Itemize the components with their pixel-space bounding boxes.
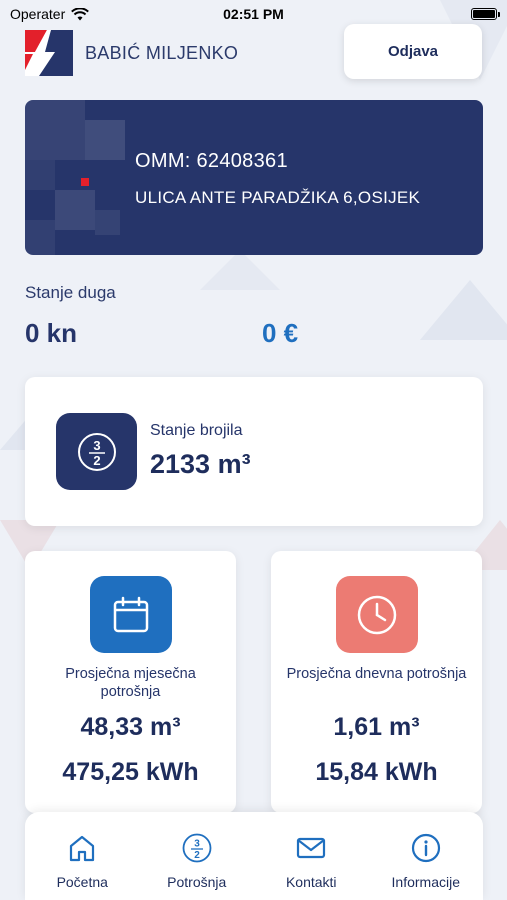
nav-item-contacts[interactable]: Kontakti [254,812,369,900]
debt-amount-kn: 0 kn [25,318,78,348]
svg-text:3: 3 [194,839,200,850]
omm-card: OMM: 62408361 ULICA ANTE PARADŽIKA 6,OSI… [25,100,483,255]
monthly-label: Prosječna mjesečna potrošnja [65,666,196,700]
bottom-nav: Početna 3 2 Potrošnja Kontakti Informaci… [25,812,483,900]
logout-button[interactable]: Odjava [344,24,482,79]
nav-item-consumption[interactable]: 3 2 Potrošnja [140,812,255,900]
mail-icon [297,837,326,859]
status-bar: Operater 02:51 PM [0,0,507,28]
home-icon [70,835,95,862]
user-name: BABIĆ MILJENKO [85,42,239,63]
meter-card[interactable]: 3 2 Stanje brojila 2133 m³ [25,377,483,526]
carrier-label: Operater [10,6,66,22]
monthly-value-m3: 48,33 m³ [80,713,181,741]
company-logo [25,30,73,76]
header: BABIĆ MILJENKO Odjava [25,24,482,80]
meter-label: Stanje brojila [150,422,243,439]
omm-marker [81,178,89,186]
daily-icon-box [336,576,418,653]
daily-value-kwh: 15,84 kWh [315,758,438,786]
daily-consumption-card[interactable]: Prosječna dnevna potrošnja 1,61 m³ 15,84… [271,551,482,813]
omm-address: ULICA ANTE PARADŽIKA 6,OSIJEK [135,188,421,207]
meter-icon-box: 3 2 [56,413,137,490]
meter-value: 2133 m³ [150,449,251,479]
monthly-consumption-card[interactable]: Prosječna mjesečna potrošnja 48,33 m³ 47… [25,551,236,813]
nav-label-consumption: Potrošnja [167,874,227,890]
nav-label-info: Informacije [391,874,460,890]
info-icon [411,833,440,863]
clock-icon [357,595,397,634]
fraction-icon: 3 2 [77,432,116,471]
omm-number: OMM: 62408361 [135,150,288,172]
svg-text:2: 2 [194,850,200,861]
debt-label: Stanje duga [25,283,116,302]
nav-item-info[interactable]: Informacije [369,812,484,900]
nav-item-home[interactable]: Početna [25,812,140,900]
fraction-icon: 3 2 [182,833,212,863]
debt-amount-eur: 0 € [262,318,299,348]
calendar-icon [113,596,149,632]
nav-label-contacts: Kontakti [285,874,337,890]
nav-label-home: Početna [56,874,108,890]
svg-text:2: 2 [93,453,100,468]
svg-text:3: 3 [93,438,100,453]
wifi-icon [71,7,90,20]
status-time: 02:51 PM [223,6,284,22]
monthly-icon-box [90,576,172,653]
daily-value-m3: 1,61 m³ [333,713,420,741]
monthly-value-kwh: 475,25 kWh [62,758,199,786]
battery-icon [471,8,500,20]
daily-label: Prosječna dnevna potrošnja [286,666,467,682]
